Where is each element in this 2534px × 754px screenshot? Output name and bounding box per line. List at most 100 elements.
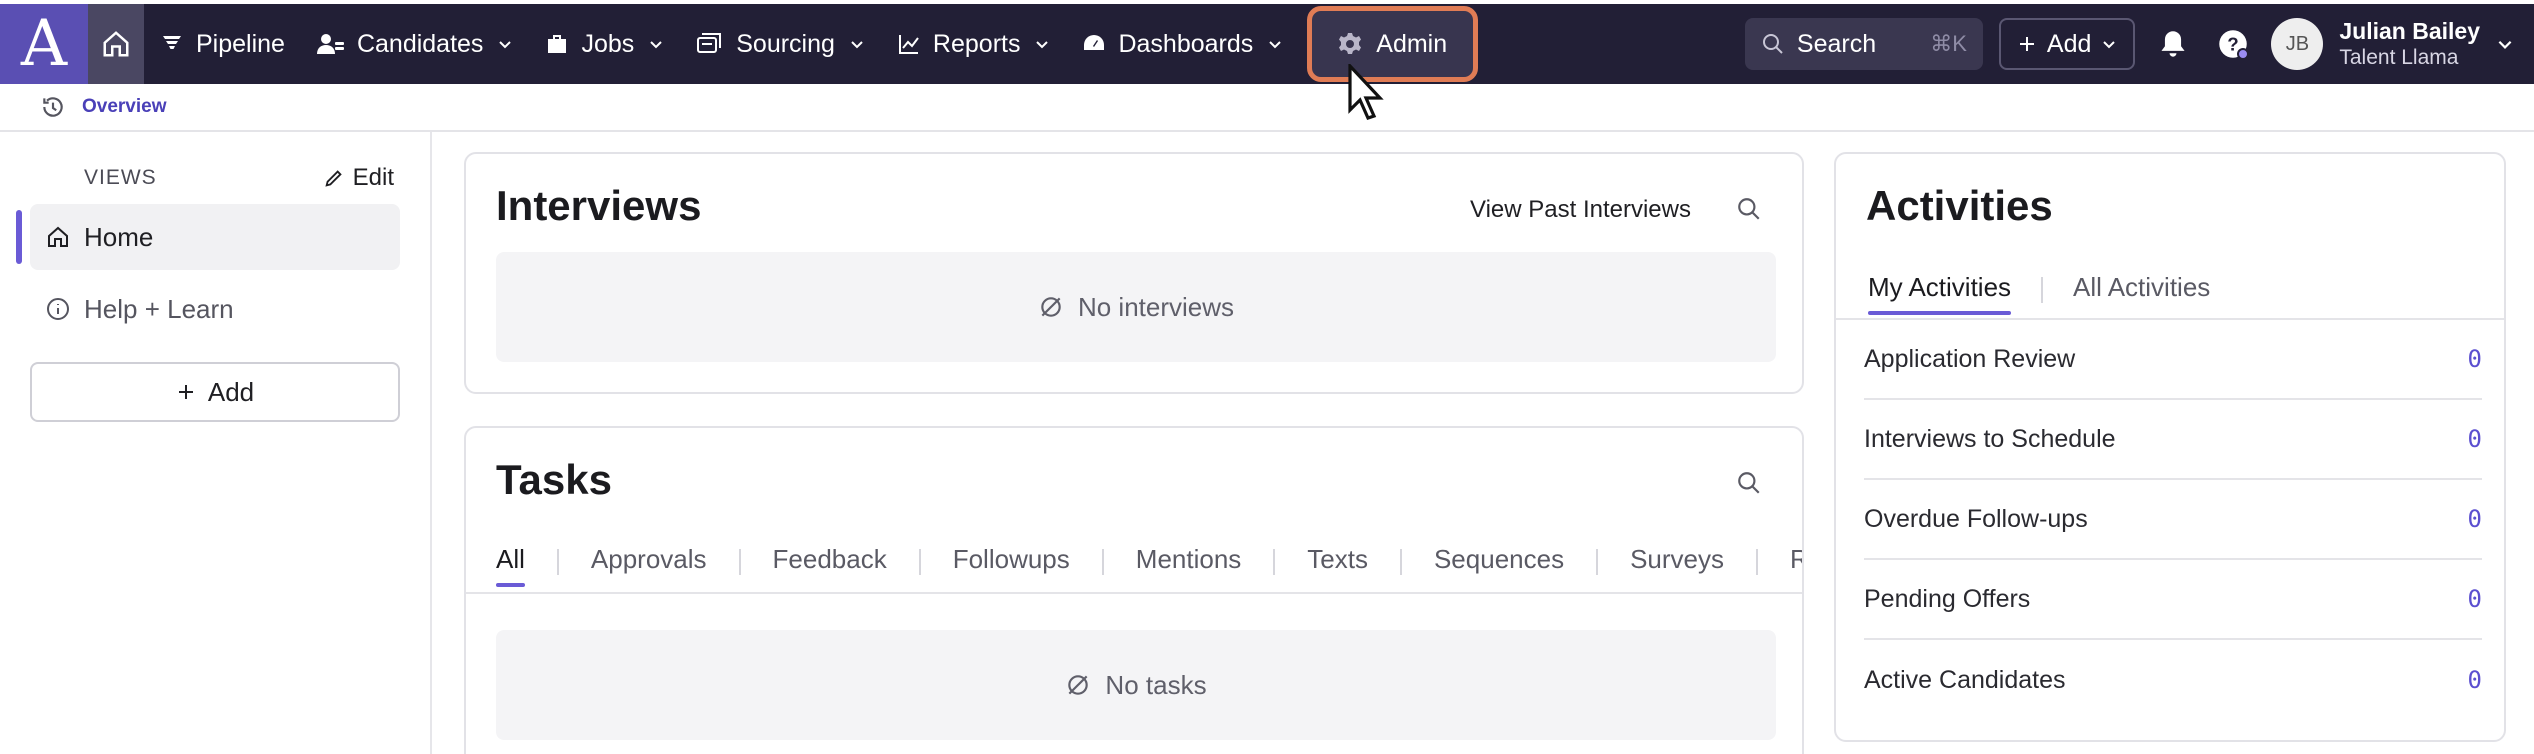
tab-my-activities[interactable]: My Activities [1868, 264, 2012, 315]
global-add-button[interactable]: Add [1998, 18, 2136, 70]
tab-separator [738, 548, 741, 575]
activity-label: Interviews to Schedule [1864, 424, 2116, 453]
nav-pipeline-label: Pipeline [196, 29, 285, 58]
sidebar-item-home[interactable]: Home [30, 204, 400, 270]
tab-all-activities[interactable]: All Activities [2073, 264, 2210, 315]
tab-all[interactable]: All [496, 536, 525, 587]
search-icon [1762, 34, 1783, 54]
search-shortcut: ⌘K [1930, 31, 1967, 56]
nav-candidates-label: Candidates [356, 29, 484, 58]
list-item[interactable]: Interviews to Schedule 0 [1864, 400, 2482, 480]
breadcrumb-overview[interactable]: Overview [82, 96, 167, 118]
breadcrumb: Overview [0, 84, 2534, 132]
gear-icon [1339, 33, 1362, 54]
sidebar-item-help[interactable]: Help + Learn [30, 276, 400, 342]
plus-icon [2019, 37, 2034, 51]
search-icon[interactable] [1736, 470, 1762, 496]
activity-count: 0 [2467, 425, 2482, 453]
home-button[interactable] [88, 4, 144, 84]
add-view-button[interactable]: Add [30, 362, 400, 422]
tasks-title: Tasks [496, 456, 612, 503]
tab-separator [556, 548, 559, 575]
tab-surveys[interactable]: Surveys [1630, 536, 1724, 587]
add-view-label: Add [207, 376, 255, 407]
add-label: Add [2046, 29, 2092, 58]
briefcase-icon [548, 35, 567, 53]
nav-admin[interactable]: Admin [1307, 6, 1479, 82]
chevron-down-icon [851, 41, 863, 49]
user-name: Julian Bailey [2339, 17, 2480, 44]
nav-sourcing-label: Sourcing [736, 29, 835, 58]
home-icon [103, 31, 129, 57]
tab-separator [1101, 548, 1104, 575]
activity-label: Active Candidates [1864, 665, 2066, 694]
top-navigation-bar: A Pipeline Candidates Jobs Sourcing Repo… [0, 0, 2534, 120]
interviews-card: Interviews View Past Interviews No inter… [464, 152, 1804, 394]
interviews-empty-state: No interviews [496, 252, 1776, 362]
user-org: Talent Llama [2339, 46, 2459, 70]
sourcing-icon [697, 33, 722, 53]
nav-jobs[interactable]: Jobs [529, 4, 680, 84]
nav-jobs-label: Jobs [581, 29, 635, 58]
chevron-down-icon [650, 41, 662, 49]
list-item[interactable]: Active Candidates 0 [1864, 640, 2482, 720]
chevron-down-icon[interactable] [2496, 35, 2514, 53]
plus-icon [178, 385, 193, 399]
global-search[interactable]: Search ⌘K [1744, 18, 1983, 70]
nav-sourcing[interactable]: Sourcing [680, 4, 881, 84]
nav-admin-label: Admin [1376, 29, 1448, 58]
tab-separator [1399, 548, 1402, 575]
activity-label: Overdue Follow-ups [1864, 504, 2088, 533]
list-item[interactable]: Pending Offers 0 [1864, 560, 2482, 640]
tab-feedback[interactable]: Feedback [773, 536, 887, 587]
sidebar-item-label: Home [84, 221, 154, 252]
notifications-button[interactable] [2151, 18, 2195, 70]
filter-icon [163, 36, 181, 49]
nav-candidates[interactable]: Candidates [301, 4, 529, 84]
history-icon [43, 97, 63, 117]
info-icon [47, 298, 69, 320]
edit-label: Edit [352, 164, 394, 191]
nav-dashboards-label: Dashboards [1118, 29, 1254, 58]
view-past-interviews-link[interactable]: View Past Interviews [1470, 196, 1691, 224]
tab-followups[interactable]: Followups [953, 536, 1070, 587]
sidebar: VIEWS Edit Home Help + Learn Add [0, 132, 432, 754]
tasks-empty-state: No tasks [496, 630, 1776, 740]
activities-list: Application Review 0 Interviews to Sched… [1836, 320, 2504, 730]
activity-count: 0 [2467, 345, 2482, 373]
interviews-empty-text: No interviews [1077, 291, 1235, 322]
nav-pipeline[interactable]: Pipeline [144, 4, 301, 84]
tab-mentions[interactable]: Mentions [1136, 536, 1242, 587]
activity-count: 0 [2467, 585, 2482, 613]
tasks-card: Tasks All Approvals Feedback Followups M… [464, 426, 1804, 754]
tab-truncated[interactable]: Re [1790, 536, 1802, 587]
search-icon[interactable] [1736, 196, 1762, 222]
user-info[interactable]: Julian Bailey Talent Llama [2339, 18, 2480, 71]
activity-count: 0 [2467, 666, 2482, 694]
user-avatar[interactable]: JB [2271, 18, 2324, 70]
bell-icon [2161, 31, 2185, 57]
people-icon [316, 34, 344, 54]
nav-reports[interactable]: Reports [881, 4, 1067, 84]
chevron-down-icon [1036, 41, 1049, 49]
edit-views-button[interactable]: Edit [323, 164, 394, 192]
gauge-icon [1084, 35, 1105, 50]
help-button[interactable]: ? [2211, 18, 2255, 70]
activities-card: Activities My Activities All Activities … [1834, 152, 2506, 742]
search-label: Search [1796, 29, 1877, 58]
nav-dashboards[interactable]: Dashboards [1066, 4, 1299, 84]
activity-label: Pending Offers [1864, 584, 2031, 613]
activity-label: Application Review [1864, 344, 2076, 373]
tab-separator [1273, 548, 1276, 575]
list-item[interactable]: Overdue Follow-ups 0 [1864, 480, 2482, 560]
tab-sequences[interactable]: Sequences [1434, 536, 1564, 587]
app-logo[interactable]: A [0, 4, 88, 84]
tab-separator [1756, 548, 1758, 575]
activity-count: 0 [2467, 505, 2482, 533]
list-item[interactable]: Application Review 0 [1864, 320, 2482, 400]
views-heading: VIEWS [84, 166, 157, 189]
tab-approvals[interactable]: Approvals [591, 536, 707, 587]
tab-separator [1596, 548, 1599, 575]
tab-texts[interactable]: Texts [1307, 536, 1368, 587]
activities-title: Activities [1866, 182, 2053, 229]
